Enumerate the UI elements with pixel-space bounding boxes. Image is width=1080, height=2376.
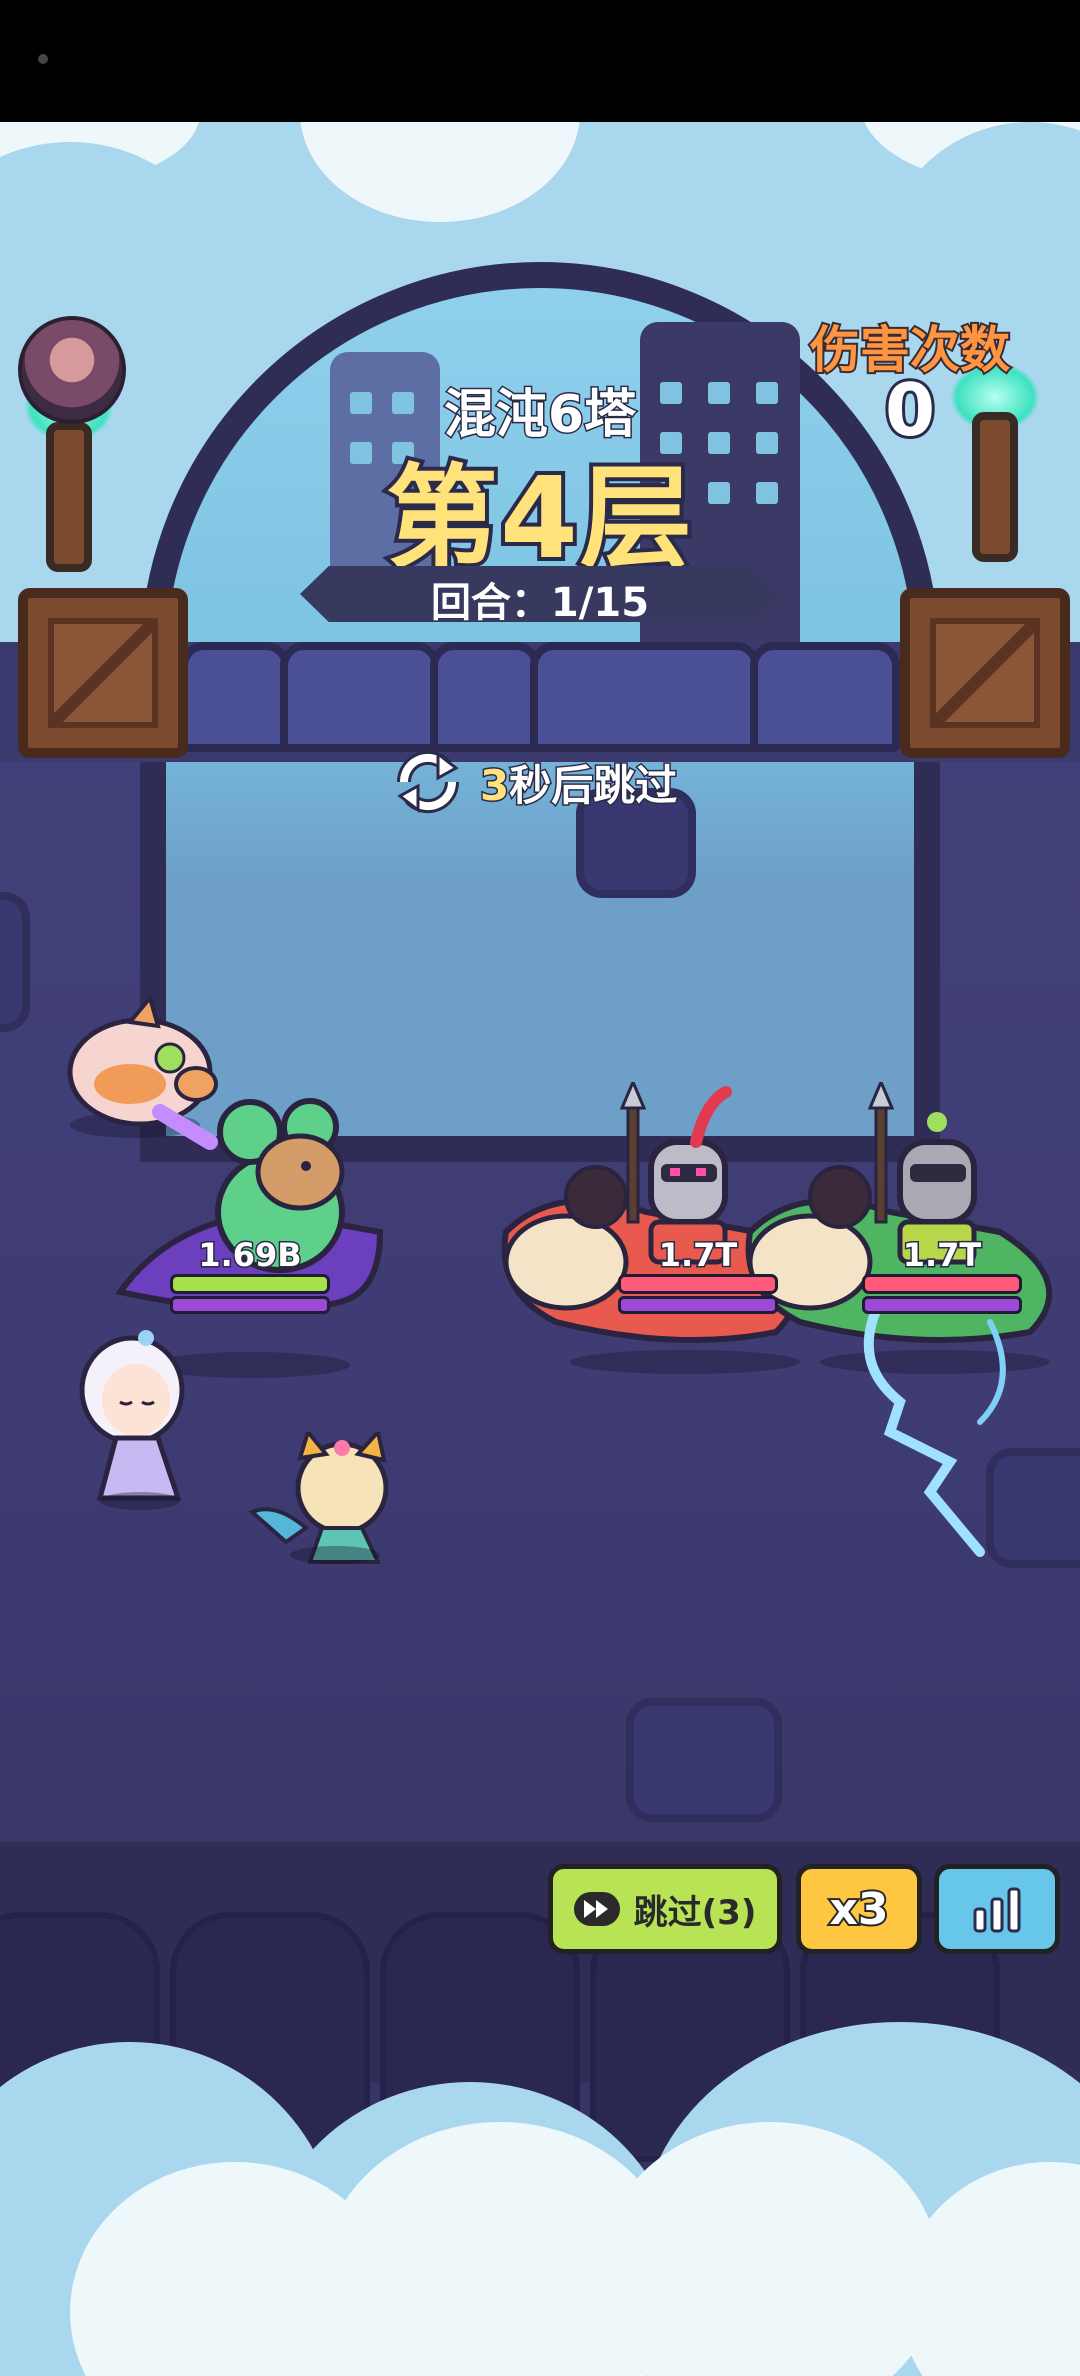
auto-skip-seconds: 3: [478, 759, 510, 811]
camera-dot: [38, 54, 48, 64]
unit-shadow: [290, 1546, 380, 1564]
mana-bar: [170, 1296, 330, 1314]
fast-forward-icon: [573, 1892, 620, 1926]
damage-count-value: 0: [882, 365, 938, 455]
auto-skip-suffix: 秒后跳过: [508, 759, 679, 811]
hp-bar-green-dino-knight: 1.7T: [862, 1236, 1022, 1314]
status-bar: [0, 0, 1080, 122]
floor-title: 第4层: [382, 450, 696, 588]
wall-merlon: [430, 642, 540, 752]
lightning-effect: [863, 1297, 1006, 1557]
speed-button-label: x3: [828, 1882, 891, 1937]
hp-value: 1.69B: [197, 1236, 303, 1274]
auto-skip-text: 3秒后跳过: [478, 752, 679, 813]
skip-button-label: 跳过(3): [633, 1892, 757, 1933]
stats-button[interactable]: [934, 1864, 1060, 1954]
auto-skip-timer: 3秒后跳过: [388, 742, 679, 822]
mana-bar: [862, 1296, 1022, 1314]
refresh-icon: [396, 750, 460, 814]
hp-value: 1.7T: [657, 1236, 739, 1274]
hp-value: 1.7T: [901, 1236, 983, 1274]
snow-princess[interactable]: [70, 1328, 200, 1518]
bar-chart-icon: [973, 1887, 1021, 1933]
wall-merlon: [280, 642, 440, 752]
unit-shadow: [100, 1492, 180, 1510]
hp-bar: [862, 1274, 1022, 1294]
hp-bar: [618, 1274, 778, 1294]
wall-merlon: [750, 642, 900, 752]
wall-merlon: [530, 642, 760, 752]
hp-bar-red-dino-knight: 1.7T: [618, 1236, 778, 1314]
mana-bar: [618, 1296, 778, 1314]
floor-tile: [0, 892, 30, 1032]
floor-tile: [626, 1698, 782, 1822]
hp-bar: [170, 1274, 330, 1294]
battle-scene: 1.69B 1.7T 1.7T 混沌6塔 第4层 回合：1/15 伤害次数 0 …: [0, 122, 1080, 2376]
wall-merlon: [180, 642, 290, 752]
skip-button[interactable]: 跳过(3): [548, 1864, 782, 1954]
hp-bar-capybara-frog-hero: 1.69B: [170, 1236, 330, 1314]
speed-button[interactable]: x3: [796, 1864, 922, 1954]
round-counter: 回合：1/15: [430, 580, 650, 626]
